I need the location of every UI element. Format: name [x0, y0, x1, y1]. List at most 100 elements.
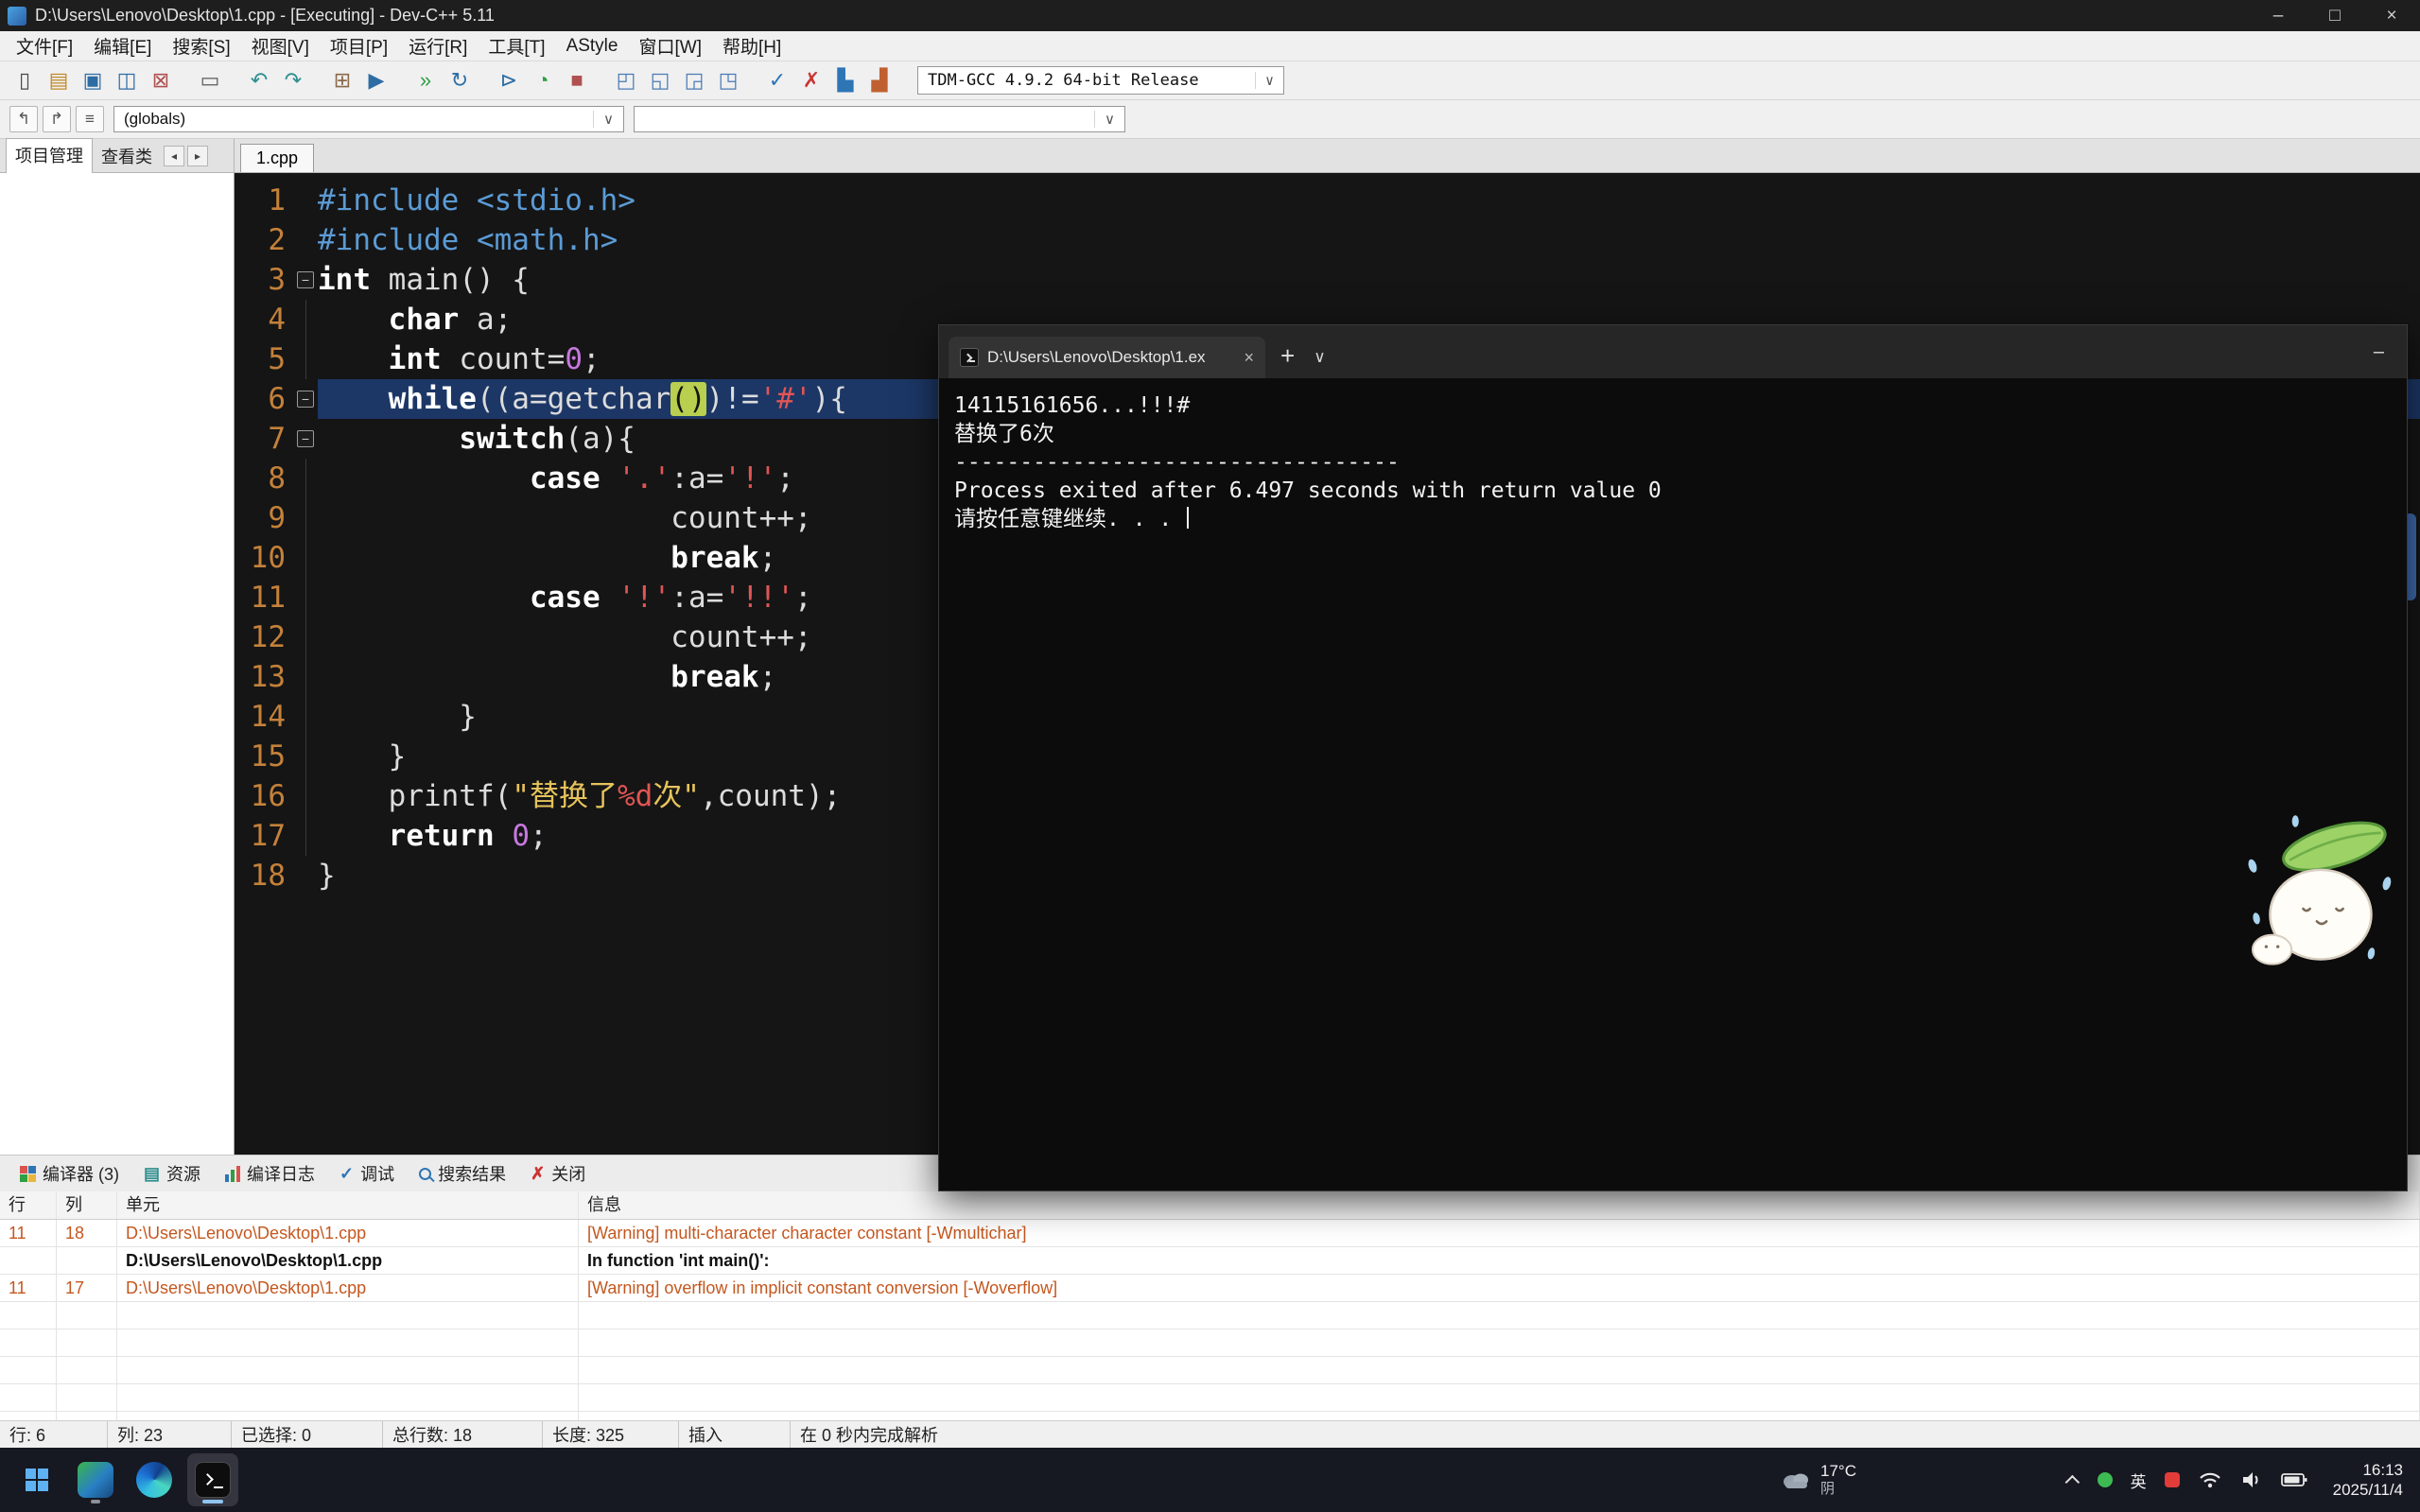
input-method-indicator[interactable]: 英: [2131, 1469, 2147, 1492]
code-text[interactable]: #include <stdio.h>: [318, 181, 2420, 220]
fold-column: [293, 181, 318, 220]
tray-chevron-icon[interactable]: [2064, 1474, 2080, 1489]
new-tab-button[interactable]: +: [1280, 341, 1295, 371]
line-number: 13: [250, 660, 286, 694]
menu-tools[interactable]: 工具[T]: [478, 33, 555, 59]
console-minimize-icon[interactable]: –: [2374, 341, 2384, 363]
split-horizontal-button[interactable]: ◲: [679, 65, 709, 96]
compiler-select[interactable]: TDM-GCC 4.9.2 64-bit Release ∨: [917, 66, 1284, 95]
tab-scroll-left-icon[interactable]: ◂: [164, 145, 184, 166]
cell-line: 11: [0, 1220, 57, 1246]
fold-marker-icon[interactable]: −: [297, 391, 314, 408]
syntax-check-button[interactable]: ✓: [762, 65, 792, 96]
close-file-button[interactable]: ⊠: [146, 65, 176, 96]
profile-chart-button[interactable]: ▙: [830, 65, 861, 96]
taskbar-edge[interactable]: [129, 1453, 180, 1506]
abort-compile-button[interactable]: ✗: [796, 65, 827, 96]
tab-row: 项目管理 查看类 ◂ ▸ 1.cpp: [0, 137, 2420, 175]
weather-widget[interactable]: 17°C 阴: [1770, 1448, 1866, 1512]
start-button[interactable]: [11, 1453, 62, 1506]
open-file-button[interactable]: ▤: [44, 65, 74, 96]
tab-class-viewer[interactable]: 查看类: [93, 140, 161, 172]
console-titlebar[interactable]: D:\Users\Lenovo\Desktop\1.ex × + ∨ –: [939, 325, 2407, 378]
menu-project[interactable]: 项目[P]: [320, 33, 398, 59]
table-row[interactable]: [0, 1412, 2420, 1420]
globals-select[interactable]: (globals) ∨: [113, 106, 624, 132]
bottom-tab-close[interactable]: ✗ 关闭: [518, 1156, 598, 1191]
taskbar-clock[interactable]: 16:13 2025/11/4: [2333, 1460, 2403, 1500]
terminal-icon: [195, 1462, 231, 1498]
bottom-tab-resources[interactable]: ▤ 资源: [131, 1156, 213, 1191]
menu-run[interactable]: 运行[R]: [398, 33, 478, 59]
minimize-button[interactable]: –: [2250, 0, 2307, 31]
members-select[interactable]: ∨: [634, 106, 1125, 132]
cell-col: [57, 1384, 117, 1411]
volume-icon[interactable]: [2240, 1470, 2263, 1489]
print-button[interactable]: ▭: [195, 65, 225, 96]
code-token: char: [388, 303, 460, 337]
bottom-tab-debug[interactable]: ✓ 调试: [327, 1156, 407, 1191]
fold-marker-icon[interactable]: −: [297, 271, 314, 288]
table-row[interactable]: 11 17 D:\Users\Lenovo\Desktop\1.cpp [Warnin…: [0, 1275, 2420, 1302]
goto-forward-button[interactable]: ↱: [43, 106, 71, 132]
menu-search[interactable]: 搜索[S]: [162, 33, 240, 59]
rebuild-all-button[interactable]: ↻: [444, 65, 475, 96]
stop-button[interactable]: ■: [562, 65, 592, 96]
console-tab[interactable]: D:\Users\Lenovo\Desktop\1.ex ×: [949, 337, 1265, 378]
table-row[interactable]: [0, 1302, 2420, 1330]
fold-marker-icon[interactable]: −: [297, 430, 314, 447]
menu-edit[interactable]: 编辑[E]: [83, 33, 162, 59]
bottom-tab-compile-log[interactable]: 编译日志: [213, 1156, 327, 1191]
table-row[interactable]: D:\Users\Lenovo\Desktop\1.cpp In function…: [0, 1247, 2420, 1275]
toggle-project-panel-button[interactable]: ◰: [611, 65, 641, 96]
menu-view[interactable]: 视图[V]: [241, 33, 320, 59]
new-file-button[interactable]: ▯: [9, 65, 40, 96]
tray-app-green-icon[interactable]: [2097, 1472, 2113, 1487]
active-indicator: [202, 1500, 223, 1503]
taskbar-devcpp[interactable]: [70, 1453, 121, 1506]
taskbar-terminal[interactable]: [187, 1453, 238, 1506]
table-row[interactable]: [0, 1357, 2420, 1384]
bottom-tab-search-results[interactable]: 搜索结果: [407, 1156, 518, 1191]
code-text[interactable]: int main() {: [318, 260, 2420, 300]
tab-project-manager[interactable]: 项目管理: [6, 137, 93, 175]
menu-window[interactable]: 窗口[W]: [628, 33, 712, 59]
menu-help[interactable]: 帮助[H]: [712, 33, 792, 59]
table-row[interactable]: [0, 1330, 2420, 1357]
editor-tab-1cpp[interactable]: 1.cpp: [240, 144, 315, 172]
redo-button[interactable]: ↷: [278, 65, 308, 96]
close-button[interactable]: ×: [2363, 0, 2420, 31]
save-file-button[interactable]: ▣: [78, 65, 108, 96]
table-row[interactable]: [0, 1384, 2420, 1412]
toggle-report-panel-button[interactable]: ◱: [645, 65, 675, 96]
menu-astyle[interactable]: AStyle: [556, 36, 629, 57]
run-button[interactable]: ▶: [361, 65, 392, 96]
console-tab-close-icon[interactable]: ×: [1236, 348, 1254, 368]
console-text: Process exited after 6.497 seconds with …: [954, 478, 1662, 503]
wifi-icon[interactable]: [2198, 1470, 2222, 1489]
code-token: count++;: [318, 501, 812, 535]
code-text[interactable]: #include <math.h>: [318, 220, 2420, 260]
profile-button[interactable]: ◔: [528, 65, 558, 96]
undo-button[interactable]: ↶: [244, 65, 274, 96]
tab-scroll-right-icon[interactable]: ▸: [187, 145, 208, 166]
compile-run-button[interactable]: »: [410, 65, 441, 96]
goto-back-button[interactable]: ↰: [9, 106, 38, 132]
menu-file[interactable]: 文件[F]: [6, 33, 83, 59]
debug-button[interactable]: ⊳: [494, 65, 524, 96]
compile-button[interactable]: ⊞: [327, 65, 357, 96]
clear-profile-button[interactable]: ▟: [864, 65, 895, 96]
console-body[interactable]: 14115161656...!!!# 替换了6次 -----------------…: [939, 378, 2407, 533]
tab-dropdown-icon[interactable]: ∨: [1314, 348, 1325, 367]
code-token: case: [529, 581, 601, 615]
table-row[interactable]: 11 18 D:\Users\Lenovo\Desktop\1.cpp [Warnin…: [0, 1220, 2420, 1247]
bottom-tab-compiler[interactable]: 编译器 (3): [8, 1156, 131, 1191]
split-vertical-button[interactable]: ◳: [713, 65, 743, 96]
tray-app-red-icon[interactable]: [2164, 1472, 2180, 1487]
save-all-button[interactable]: ◫: [112, 65, 142, 96]
maximize-button[interactable]: □: [2307, 0, 2363, 31]
member-list-button[interactable]: ≡: [76, 106, 104, 132]
battery-icon[interactable]: [2280, 1472, 2307, 1487]
